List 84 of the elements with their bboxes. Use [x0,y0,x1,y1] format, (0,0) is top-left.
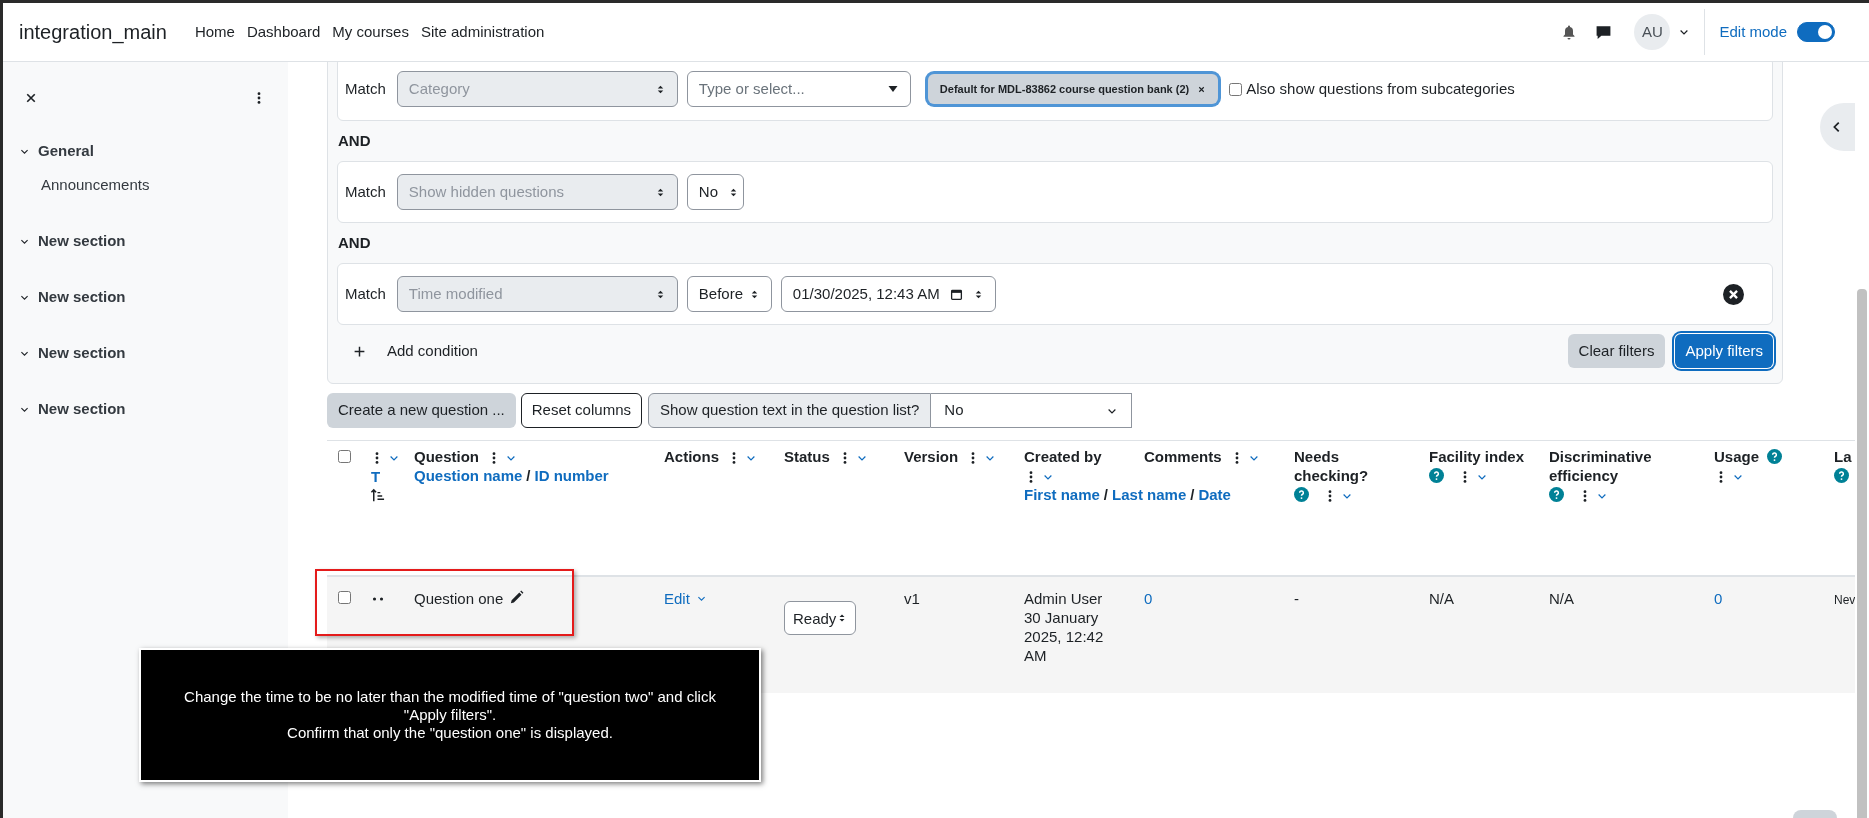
select-all-checkbox[interactable] [338,450,351,463]
sort-link[interactable]: ID number [534,467,609,485]
match-label: Match [345,78,386,99]
nav-link[interactable]: Site administration [420,20,545,44]
separator: / [526,467,531,485]
remove-icon[interactable] [1197,84,1207,94]
section-link[interactable]: New section [38,230,126,253]
section-link[interactable]: New section [38,398,126,421]
help-icon[interactable] [1429,468,1444,483]
sort-link[interactable]: Date [1198,486,1231,504]
sort-link[interactable]: First name [1024,486,1100,504]
create-question-button[interactable]: Create a new question ... [327,393,516,428]
bell-icon[interactable] [1561,24,1578,40]
table-cell: N/A [1549,590,1574,607]
category-tag[interactable]: Default for MDL-83862 course question bank (2) [927,74,1219,104]
help-icon[interactable] [1549,487,1564,502]
apply-filters-button[interactable]: Apply filters [1675,334,1773,368]
user-avatar[interactable]: AU [1634,14,1671,50]
column-header: La [1834,447,1852,466]
column-header: Facility index [1429,447,1525,466]
table-cell: - [1294,590,1299,607]
activity-link[interactable]: Announcements [41,174,272,197]
close-icon[interactable] [25,92,37,104]
table-cell-text: Admin User 30 January 2025, 12:42 AM [1024,589,1105,665]
column-header: Needs checking? [1294,447,1370,485]
table-cell: v1 [904,590,920,607]
section-link[interactable]: New section [38,342,126,365]
match-label: Match [345,283,386,304]
table-cell: N/A [1429,590,1454,607]
operator-select[interactable]: Before [686,276,772,312]
edit-mode-label: Edit mode [1719,21,1787,42]
help-icon[interactable] [1767,449,1783,464]
column-header: Usage [1714,447,1760,466]
comments-link[interactable]: 0 [1144,590,1153,607]
category-search-field[interactable]: Type or select... [686,71,911,107]
sort-arrows-icon [837,613,847,623]
column-header: Discriminative efficiency [1549,447,1653,485]
and-label: AND [337,232,372,253]
table-cell: Nev [1834,593,1855,607]
sort-link[interactable]: Last name [1112,486,1187,504]
sort-link[interactable]: T [371,468,381,486]
question-text-select[interactable]: No [931,393,1133,428]
status-select[interactable]: Ready [784,601,856,635]
sort-ascending-icon[interactable] [370,488,385,504]
nav-link[interactable]: Dashboard [246,20,321,44]
column-header: Version [904,447,959,466]
checkbox[interactable] [1229,82,1243,96]
calendar-icon[interactable] [949,287,963,301]
nav-link[interactable]: Home [194,20,235,44]
column-header: Comments [1144,447,1222,466]
separator: / [1190,486,1195,504]
help-icon[interactable] [1294,487,1309,502]
section-link[interactable]: General [38,139,94,163]
question-name: Question one [414,589,504,608]
instruction-note: Change the time to be no later than the modified time of "question two" and click "Apply filters". Confirm that only the "question one" is displayed. [139,648,761,782]
column-header: Actions [664,447,719,466]
column-header: Created by [1024,447,1102,466]
and-label: AND [337,130,372,151]
reset-columns-button[interactable]: Reset columns [520,393,642,428]
column-header: Question [414,447,479,466]
section-link[interactable]: New section [38,286,126,309]
add-condition-link[interactable]: Add condition [387,339,478,363]
match-label: Match [345,181,386,202]
clear-filters-button[interactable]: Clear filters [1567,334,1666,368]
scrollbar-thumb[interactable] [1857,289,1867,818]
nav-link[interactable]: My courses [332,20,409,44]
pencil-icon[interactable] [509,590,525,605]
column-header: Status [784,447,830,466]
site-name[interactable]: integration_main [19,17,167,47]
remove-condition-icon[interactable] [1723,283,1744,305]
checkbox-label: Also show questions from subcategories [1246,78,1515,99]
row-checkbox[interactable] [338,591,351,604]
question-text-label: Show question text in the question list? [648,393,932,428]
edit-menu-link[interactable]: Edit [664,589,690,608]
plus-icon[interactable] [353,344,366,358]
date-time-field[interactable]: 01/30/2025, 12:43 AM [780,276,996,312]
sort-link[interactable]: Question name [414,467,523,485]
usage-link[interactable]: 0 [1714,590,1723,607]
drawer-toggle-button[interactable] [1820,103,1855,151]
chat-icon[interactable] [1595,23,1613,41]
value-select[interactable]: No [686,174,744,210]
separator: / [1103,486,1109,504]
help-icon[interactable] [1834,468,1849,483]
edit-mode-toggle[interactable] [1797,22,1835,42]
